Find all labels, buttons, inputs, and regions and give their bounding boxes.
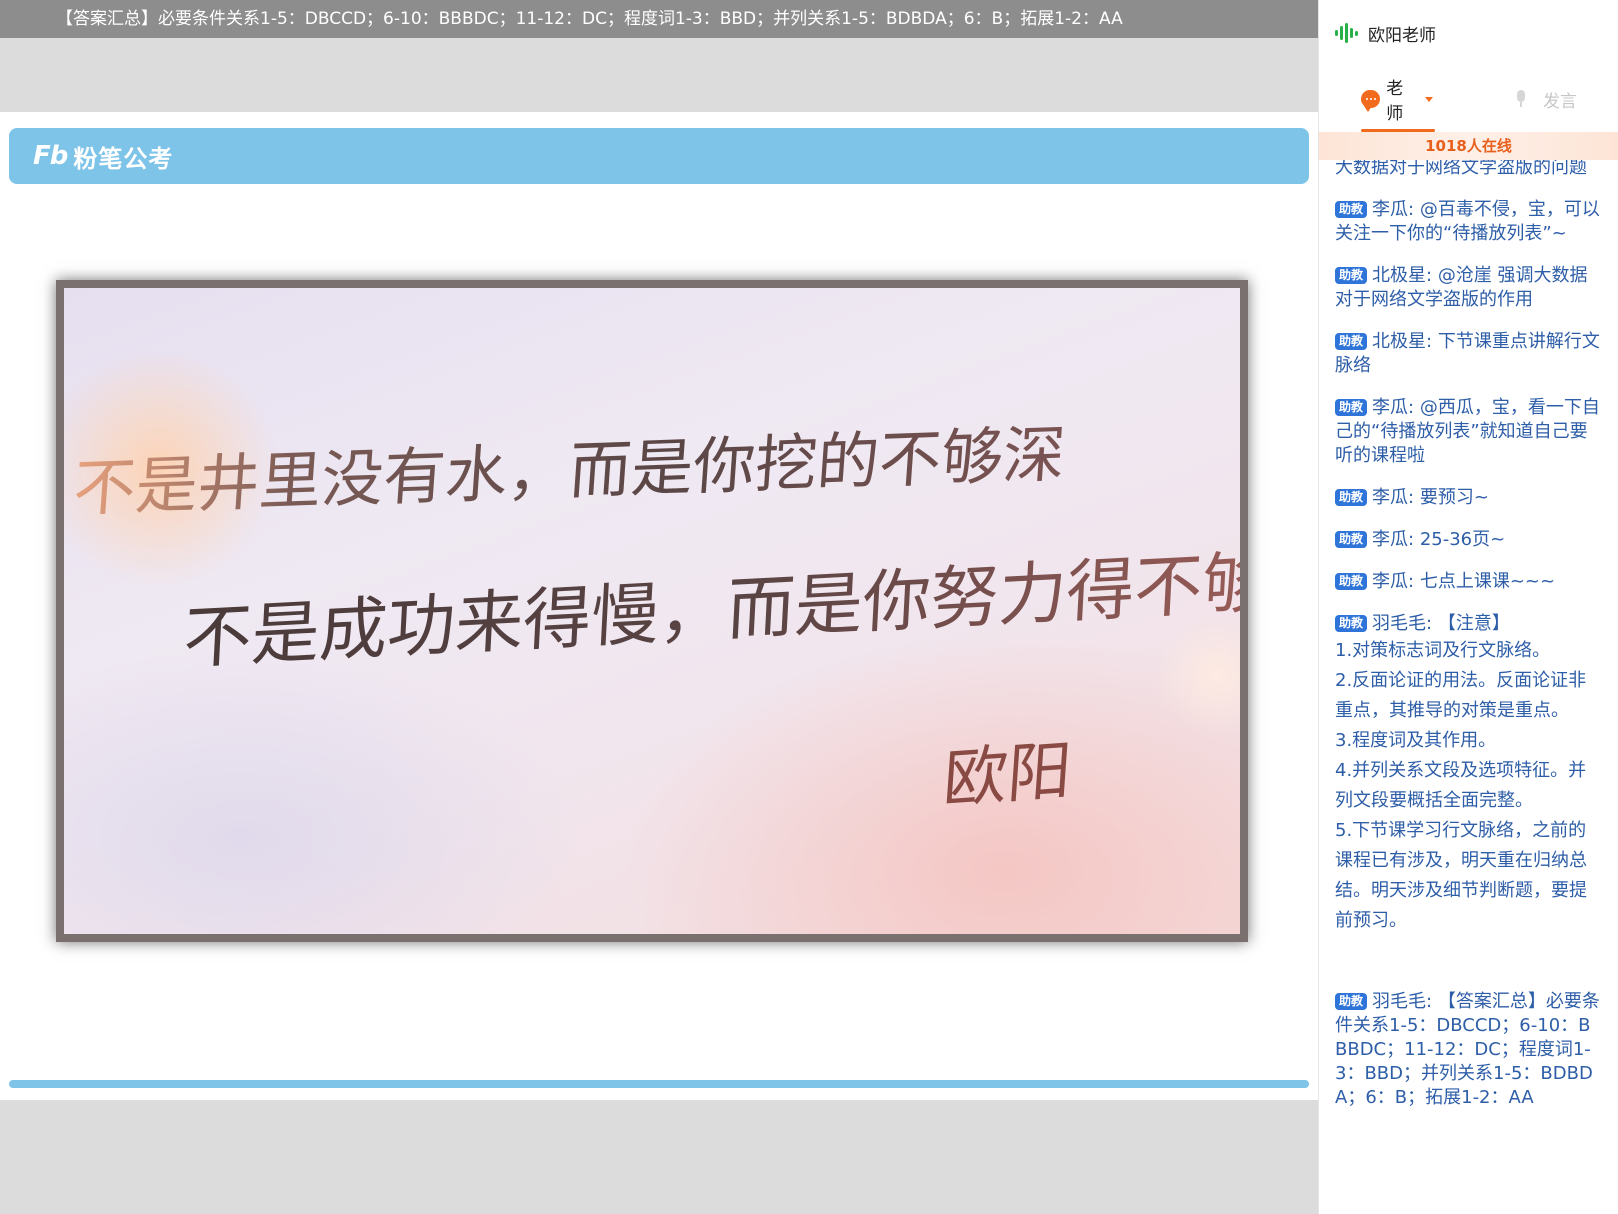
assistant-badge: 助教	[1335, 615, 1368, 632]
chat-panel: 欧阳老师 老师 发言 1018人在线 大数据对于网络文学盗版的问题 助教 李瓜: …	[1318, 0, 1618, 1214]
notice-line: 1.对策标志词及行文脉络。	[1335, 640, 1551, 661]
message-text: 【注意】	[1437, 613, 1510, 634]
message-author: 李瓜:	[1372, 199, 1415, 220]
speak-label: 发言	[1543, 91, 1577, 112]
notice-line: 2.反面论证的用法。反面论证非重点，其推导的对策是重点。	[1335, 670, 1587, 721]
message-author: 羽毛毛:	[1372, 991, 1433, 1012]
live-class-app: 【答案汇总】必要条件关系1-5：DBCCD；6-10：BBBDC；11-12：D…	[0, 0, 1618, 1214]
announcement-marquee: 【答案汇总】必要条件关系1-5：DBCCD；6-10：BBBDC；11-12：D…	[0, 0, 1318, 38]
notice-line: 5.下节课学习行文脉络，之前的课程已有涉及，明天重在归纳总结。明天涉及细节判断题…	[1335, 820, 1587, 931]
message-author: 李瓜:	[1372, 487, 1415, 508]
fenbi-logo-icon: Fb	[33, 141, 68, 171]
notice-line: 4.并列关系文段及选项特征。并列文段要概括全面完整。	[1335, 760, 1587, 811]
message-text: 大数据对于网络文学盗版的问题	[1335, 160, 1587, 178]
tab-teacher[interactable]: 老师	[1361, 66, 1433, 132]
online-count: 1018人在线	[1319, 132, 1618, 160]
teacher-header: 欧阳老师	[1319, 0, 1618, 66]
courseware-slide: Fb 粉笔公考 不是井里没有水，而是你挖的不够深 不是成功来得慢，而是你努力得不…	[0, 112, 1318, 1100]
chat-tabs: 老师 发言	[1319, 66, 1618, 132]
chat-message: 助教 李瓜: @百毒不侵，宝，可以关注一下你的“待播放列表”~	[1335, 198, 1601, 246]
chat-bubble-icon	[1361, 90, 1381, 112]
message-author: 李瓜:	[1372, 571, 1415, 592]
notice-list: 1.对策标志词及行文脉络。 2.反面论证的用法。反面论证非重点，其推导的对策是重…	[1335, 636, 1601, 936]
microphone-icon	[1515, 90, 1527, 108]
speak-button[interactable]: 发言	[1515, 66, 1577, 132]
brand-name: 粉笔公考	[73, 144, 174, 173]
chat-message: 助教 羽毛毛: 【答案汇总】必要条件关系1-5：DBCCD；6-10：BBBDC；…	[1335, 990, 1601, 1110]
assistant-badge: 助教	[1335, 489, 1368, 506]
message-text: 25-36页~	[1419, 529, 1506, 550]
assistant-badge: 助教	[1335, 267, 1368, 284]
tab-teacher-label: 老师	[1386, 79, 1404, 124]
assistant-badge: 助教	[1335, 399, 1368, 416]
quote-line-2: 不是成功来得慢，而是你努力得不够狠	[181, 522, 1240, 682]
quote-line-1: 不是井里没有水，而是你挖的不够深	[71, 403, 1069, 528]
chat-message: 助教 北极星: 下节课重点讲解行文脉络	[1335, 330, 1601, 378]
message-author: 李瓜:	[1372, 529, 1415, 550]
slide-footer-bar	[9, 1080, 1309, 1088]
quote-photo-inner: 不是井里没有水，而是你挖的不够深 不是成功来得慢，而是你努力得不够狠 欧阳	[64, 288, 1240, 934]
chat-list[interactable]: 大数据对于网络文学盗版的问题 助教 李瓜: @百毒不侵，宝，可以关注一下你的“待播…	[1319, 160, 1618, 1214]
message-author: 羽毛毛:	[1372, 613, 1433, 634]
assistant-badge: 助教	[1335, 573, 1368, 590]
caret-down-icon	[1425, 96, 1433, 102]
message-author: 北极星:	[1372, 265, 1433, 286]
quote-photo: 不是井里没有水，而是你挖的不够深 不是成功来得慢，而是你努力得不够狠 欧阳	[56, 280, 1248, 942]
notice-line: 3.程度词及其作用。	[1335, 730, 1497, 751]
teacher-name: 欧阳老师	[1368, 25, 1436, 46]
quote-signature: 欧阳	[940, 733, 1074, 818]
assistant-badge: 助教	[1335, 201, 1368, 218]
message-text: 七点上课课~~~	[1419, 571, 1556, 592]
chat-message: 助教 李瓜: 要预习~	[1335, 486, 1601, 510]
assistant-badge: 助教	[1335, 993, 1368, 1010]
slide-header: Fb 粉笔公考	[9, 128, 1309, 184]
chat-message: 助教 李瓜: 25-36页~	[1335, 528, 1601, 552]
active-tab-indicator	[1361, 129, 1435, 132]
message-text: 要预习~	[1419, 487, 1489, 508]
chat-message: 助教 李瓜: 七点上课课~~~	[1335, 570, 1601, 594]
voice-activity-icon	[1335, 23, 1358, 43]
chat-message: 助教 北极星: @沧崖 强调大数据对于网络文学盗版的作用	[1335, 264, 1601, 312]
main-stage: 【答案汇总】必要条件关系1-5：DBCCD；6-10：BBBDC；11-12：D…	[0, 0, 1318, 1214]
assistant-badge: 助教	[1335, 531, 1368, 548]
message-author: 北极星:	[1372, 331, 1433, 352]
chat-message: 助教 李瓜: @西瓜，宝，看一下自己的“待播放列表”就知道自己要听的课程啦	[1335, 396, 1601, 468]
chat-message: 大数据对于网络文学盗版的问题	[1335, 160, 1601, 180]
assistant-badge: 助教	[1335, 333, 1368, 350]
chat-message: 助教 羽毛毛: 【注意】 1.对策标志词及行文脉络。 2.反面论证的用法。反面论证…	[1335, 612, 1601, 936]
message-author: 李瓜:	[1372, 397, 1415, 418]
